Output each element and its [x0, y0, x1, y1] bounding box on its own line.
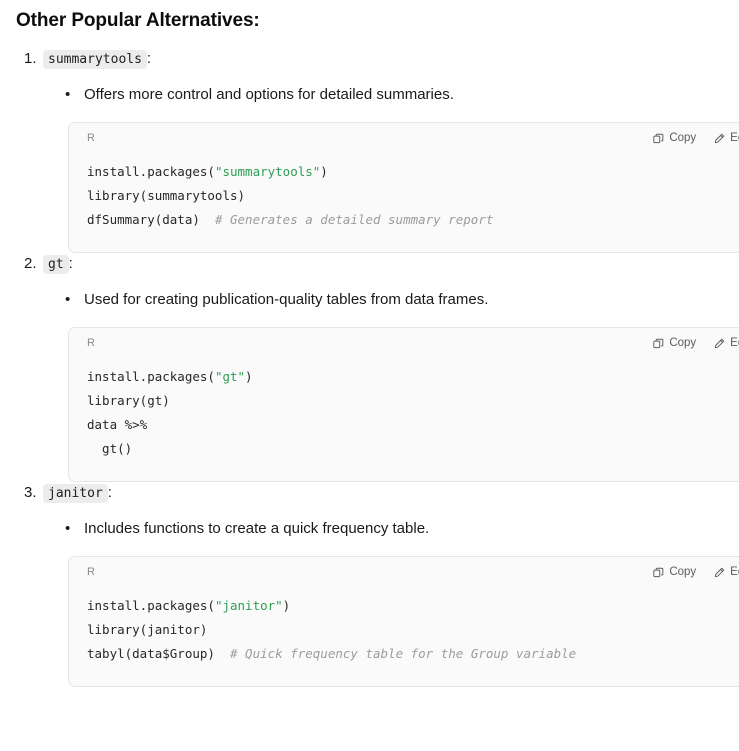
code-token-com: # Quick frequency table for the Group va…	[230, 646, 577, 661]
code-block-actions: Copy Edit	[653, 566, 739, 578]
copy-icon	[653, 567, 664, 578]
page-title: Other Popular Alternatives:	[16, 10, 260, 31]
package-name-chip: janitor	[43, 484, 108, 503]
list-item-heading: gt:	[43, 253, 723, 276]
code-token-pun: )	[320, 164, 328, 179]
code-language-label: R	[87, 337, 96, 349]
bullet-icon: •	[65, 520, 71, 537]
colon: :	[68, 255, 73, 272]
document-body: Other Popular Alternatives: 1. summaryto…	[0, 8, 739, 687]
code-token-pun: library(summarytools)	[87, 188, 246, 203]
list-item: • Offers more control and options for de…	[43, 84, 723, 106]
code-content[interactable]: install.packages("janitor") library(jani…	[69, 580, 739, 686]
edit-button[interactable]: Edit	[714, 132, 739, 144]
code-language-label: R	[87, 566, 96, 578]
code-token-pun: )	[245, 369, 253, 384]
copy-icon	[653, 338, 664, 349]
edit-pencil-icon	[714, 133, 725, 144]
list-item-number: 3.	[24, 484, 37, 501]
colon: :	[107, 484, 112, 501]
code-token-str: "janitor"	[214, 598, 283, 613]
code-token-pun: dfSummary(data)	[87, 212, 215, 227]
code-block: R Copy	[68, 327, 739, 482]
edit-label: Edit	[730, 566, 739, 578]
code-block-header: R Copy E	[69, 123, 739, 146]
list-item-heading: janitor:	[43, 482, 723, 505]
code-block: R Copy	[68, 556, 739, 687]
edit-label: Edit	[730, 132, 739, 144]
code-token-pun: data %>%	[87, 417, 148, 432]
edit-button[interactable]: Edit	[714, 566, 739, 578]
package-name-chip: gt	[43, 255, 69, 274]
code-language-label: R	[87, 132, 96, 144]
code-block-actions: Copy Edit	[653, 337, 739, 349]
list-item-number: 1.	[24, 50, 37, 67]
edit-button[interactable]: Edit	[714, 337, 739, 349]
code-block-header: R Copy E	[69, 328, 739, 351]
code-token-pun: library(gt)	[87, 393, 170, 408]
copy-label: Copy	[669, 566, 697, 578]
code-token-pun: install.packages(	[87, 164, 215, 179]
code-token-pun: )	[282, 598, 291, 613]
edit-pencil-icon	[714, 567, 725, 578]
list-item-heading: summarytools:	[43, 48, 723, 71]
code-token-str: "gt"	[214, 369, 246, 384]
alternatives-list: 1. summarytools: • Offers more control a…	[16, 48, 739, 687]
description-text: Used for creating publication-quality ta…	[84, 291, 489, 308]
code-token-pun: gt()	[87, 441, 133, 456]
copy-label: Copy	[669, 132, 697, 144]
copy-button[interactable]: Copy	[653, 337, 696, 349]
code-block-actions: Copy Edit	[653, 132, 739, 144]
edit-pencil-icon	[714, 338, 725, 349]
colon: :	[146, 50, 152, 67]
code-block: R Copy	[68, 122, 739, 253]
list-item: • Used for creating publication-quality …	[43, 289, 723, 311]
description-list: • Used for creating publication-quality …	[43, 289, 723, 311]
list-item: 3. janitor: • Includes functions to crea…	[16, 482, 739, 687]
code-content[interactable]: install.packages("summarytools") library…	[69, 146, 739, 252]
copy-button[interactable]: Copy	[653, 132, 696, 144]
code-token-str: "summarytools"	[214, 164, 321, 179]
list-item: 2. gt: • Used for creating publication-q…	[16, 253, 739, 482]
code-content[interactable]: install.packages("gt") library(gt) data …	[69, 351, 739, 481]
bullet-icon: •	[65, 86, 71, 103]
code-block-header: R Copy E	[69, 557, 739, 580]
copy-button[interactable]: Copy	[653, 566, 696, 578]
package-name-chip: summarytools	[43, 50, 147, 69]
code-token-pun: install.packages(	[87, 369, 215, 384]
list-item: 1. summarytools: • Offers more control a…	[16, 48, 739, 253]
description-text: Includes functions to create a quick fre…	[84, 520, 430, 537]
description-text: Offers more control and options for deta…	[84, 86, 454, 103]
description-list: • Includes functions to create a quick f…	[43, 518, 723, 540]
bullet-icon: •	[65, 291, 71, 308]
code-token-pun: install.packages(	[87, 598, 215, 613]
code-token-pun: tabyl(data$Group)	[87, 646, 230, 661]
code-token-com: # Generates a detailed summary report	[214, 212, 494, 227]
description-list: • Offers more control and options for de…	[43, 84, 723, 106]
copy-label: Copy	[669, 337, 697, 349]
list-item-number: 2.	[24, 255, 37, 272]
copy-icon	[653, 133, 664, 144]
edit-label: Edit	[730, 337, 739, 349]
list-item: • Includes functions to create a quick f…	[43, 518, 723, 540]
code-token-pun: library(janitor)	[87, 622, 208, 637]
